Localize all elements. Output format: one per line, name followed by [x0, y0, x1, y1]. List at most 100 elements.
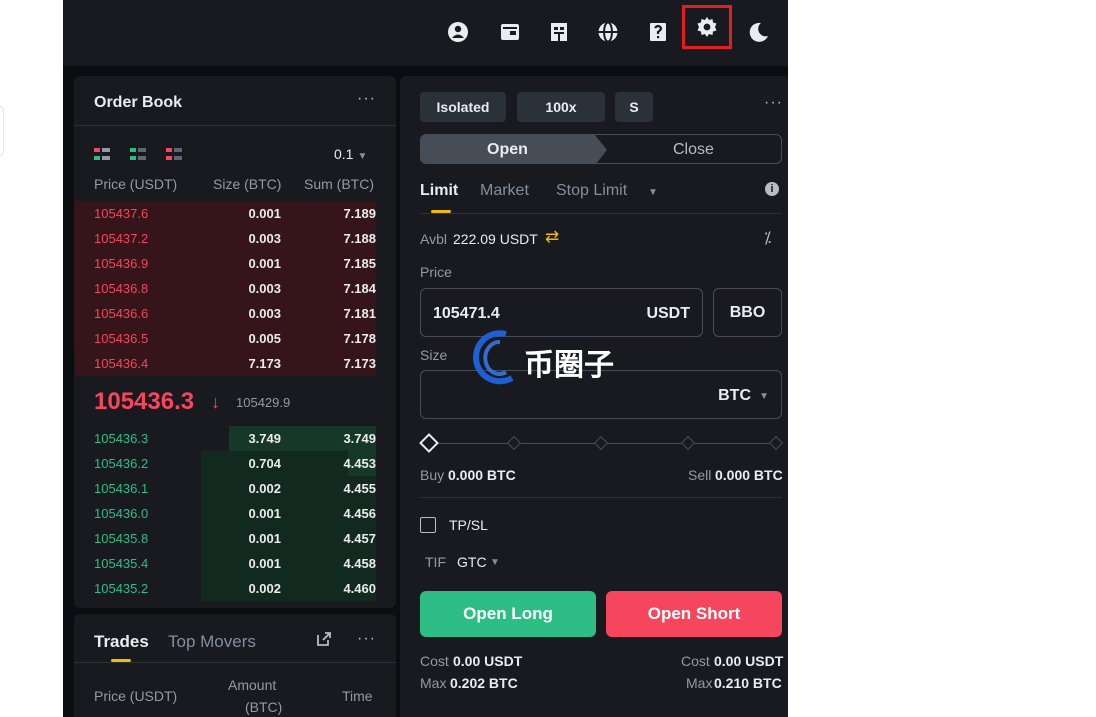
- tab-trades[interactable]: Trades: [94, 632, 149, 652]
- gear-icon[interactable]: [682, 5, 732, 49]
- wallet-icon[interactable]: [497, 19, 523, 45]
- watermark-text: 币圈子: [524, 349, 614, 382]
- bbo-button[interactable]: BBO: [713, 288, 782, 337]
- globe-icon[interactable]: [595, 19, 621, 45]
- tif-select[interactable]: GTC: [457, 554, 487, 570]
- max-label: Max: [420, 675, 447, 691]
- buy-value: 0.000 BTC: [448, 467, 516, 483]
- slider-handle[interactable]: [419, 433, 439, 453]
- bid-price: 105436.1: [94, 481, 149, 496]
- tab-limit[interactable]: Limit: [420, 182, 458, 200]
- avbl-value: 222.09 USDT: [453, 231, 538, 247]
- percent-icon[interactable]: ⁒: [764, 228, 771, 248]
- chevron-down-icon[interactable]: ▼: [648, 187, 658, 198]
- download-qr-icon[interactable]: [645, 19, 671, 45]
- col-price: Price (USDT): [94, 176, 178, 192]
- bid-row[interactable]: 105436.3 3.749 3.749: [74, 426, 376, 451]
- more-icon[interactable]: ···: [764, 94, 783, 112]
- margin-mode-button[interactable]: Isolated: [420, 92, 506, 122]
- tif-label: TIF: [425, 554, 446, 570]
- bid-row[interactable]: 105435.8 0.001 4.457: [74, 526, 376, 551]
- tab-close[interactable]: Close: [673, 141, 714, 159]
- ask-price: 105436.4: [94, 356, 149, 371]
- ask-row[interactable]: 105437.6 0.001 7.189: [74, 201, 376, 226]
- ask-size: 0.003: [248, 306, 281, 321]
- moon-icon[interactable]: [745, 19, 771, 45]
- price-value: 105471.4: [433, 305, 500, 322]
- bid-row[interactable]: 105435.2 0.002 4.460: [74, 576, 376, 601]
- asset-mode-button[interactable]: S: [615, 92, 653, 122]
- ask-price: 105437.6: [94, 206, 149, 221]
- open-long-button[interactable]: Open Long: [420, 591, 596, 637]
- tab-market[interactable]: Market: [480, 182, 529, 200]
- price-step-select[interactable]: 0.1 ▼: [334, 146, 367, 162]
- more-icon[interactable]: ···: [357, 90, 376, 108]
- bid-size: 3.749: [248, 431, 281, 446]
- ask-sum: 7.181: [343, 306, 376, 321]
- user-icon[interactable]: [445, 19, 471, 45]
- order-book-panel: Order Book ··· 0.1 ▼ Price (USDT) Size (B…: [74, 76, 396, 608]
- view-both-icon[interactable]: [94, 148, 110, 162]
- chevron-down-icon: ▼: [759, 391, 769, 402]
- transfer-icon[interactable]: ⇄: [545, 227, 559, 247]
- ask-row[interactable]: 105436.6 0.003 7.181: [74, 301, 376, 326]
- more-icon[interactable]: ···: [357, 630, 376, 648]
- cost-label: Cost: [420, 653, 449, 669]
- divider: [420, 213, 782, 214]
- ask-row[interactable]: 105436.4 7.173 7.173: [74, 351, 376, 376]
- max-long-value: 0.202 BTC: [450, 675, 518, 691]
- tab-open[interactable]: Open: [487, 141, 528, 159]
- slider-mark-100[interactable]: [768, 435, 784, 451]
- leverage-button[interactable]: 100x: [517, 92, 605, 122]
- ask-row[interactable]: 105436.9 0.001 7.185: [74, 251, 376, 276]
- bid-price: 105436.2: [94, 456, 149, 471]
- ask-sum: 7.178: [343, 331, 376, 346]
- ask-size: 0.001: [248, 256, 281, 271]
- bid-row[interactable]: 105436.2 0.704 4.453: [74, 451, 376, 476]
- bid-row[interactable]: 105435.4 0.001 4.458: [74, 551, 376, 576]
- col-sum: Sum (BTC): [304, 176, 374, 192]
- size-slider[interactable]: [419, 433, 784, 453]
- tpsl-checkbox[interactable]: [420, 517, 436, 533]
- divider: [74, 662, 396, 663]
- ask-price: 105436.8: [94, 281, 149, 296]
- tab-stop-limit[interactable]: Stop Limit: [556, 182, 627, 200]
- view-asks-icon[interactable]: [166, 148, 182, 162]
- watermark: 币圈子: [472, 330, 622, 390]
- orders-icon[interactable]: [546, 19, 572, 45]
- slider-mark-75[interactable]: [680, 435, 696, 451]
- tab-top-movers[interactable]: Top Movers: [168, 632, 256, 652]
- ask-row[interactable]: 105436.5 0.005 7.178: [74, 326, 376, 351]
- chevron-down-icon[interactable]: ▼: [490, 557, 500, 568]
- bid-sum: 4.456: [343, 506, 376, 521]
- mark-price: 105429.9: [236, 395, 291, 410]
- slider-mark-25[interactable]: [506, 435, 522, 451]
- ask-row[interactable]: 105436.8 0.003 7.184: [74, 276, 376, 301]
- slider-mark-50[interactable]: [593, 435, 609, 451]
- ask-size: 0.003: [248, 231, 281, 246]
- bid-row[interactable]: 105436.1 0.002 4.455: [74, 476, 376, 501]
- order-book-view-toggles: [94, 148, 182, 162]
- bid-size: 0.001: [248, 556, 281, 571]
- divider: [74, 125, 396, 126]
- bid-sum: 4.457: [343, 531, 376, 546]
- ask-row[interactable]: 105437.2 0.003 7.188: [74, 226, 376, 251]
- bid-size: 0.704: [248, 456, 281, 471]
- bid-sum: 4.453: [343, 456, 376, 471]
- expand-icon[interactable]: [317, 632, 331, 646]
- ask-price: 105436.6: [94, 306, 149, 321]
- open-short-button[interactable]: Open Short: [606, 591, 782, 637]
- ask-size: 0.003: [248, 281, 281, 296]
- ask-price: 105436.9: [94, 256, 149, 271]
- price-label: Price: [420, 264, 452, 280]
- sell-label: Sell: [688, 467, 712, 483]
- bid-row[interactable]: 105436.0 0.001 4.456: [74, 501, 376, 526]
- ask-size: 7.173: [248, 356, 281, 371]
- info-icon[interactable]: i: [765, 182, 779, 196]
- bid-price: 105435.8: [94, 531, 149, 546]
- last-price: 105436.3: [94, 388, 195, 415]
- ask-size: 0.005: [248, 331, 281, 346]
- size-unit-select[interactable]: BTC: [718, 387, 751, 405]
- view-bids-icon[interactable]: [130, 148, 146, 162]
- bid-size: 0.002: [248, 481, 281, 496]
